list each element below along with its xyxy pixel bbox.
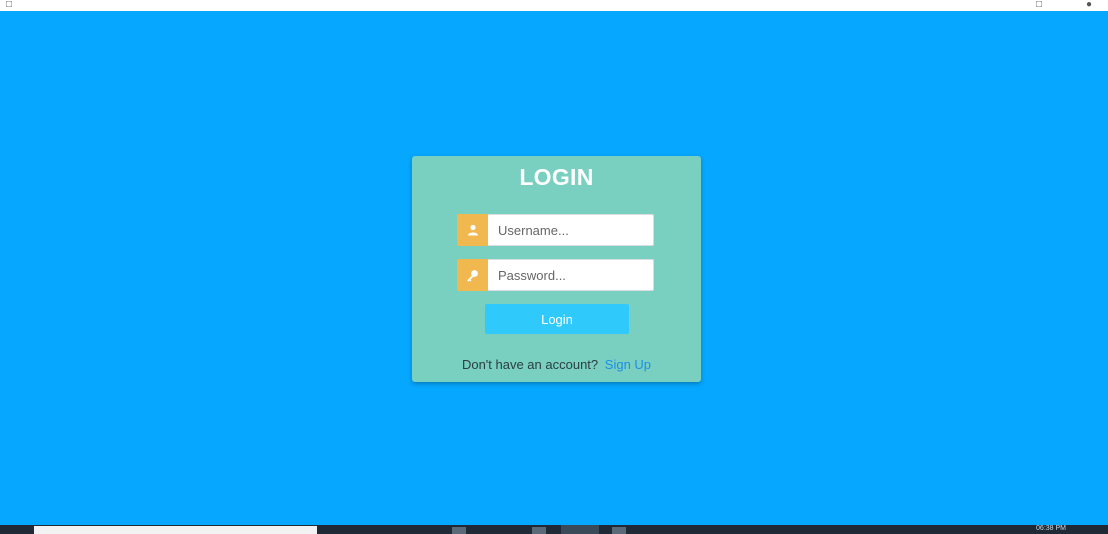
browser-icon[interactable]: □ <box>6 0 12 10</box>
login-button[interactable]: Login <box>485 304 629 334</box>
file-explorer-icon[interactable] <box>612 527 626 534</box>
taskbar: 06:38 PM <box>0 525 1108 534</box>
taskbar-search-box[interactable] <box>34 526 317 534</box>
signup-link[interactable]: Sign Up <box>605 357 651 372</box>
task-view-icon[interactable] <box>452 527 466 534</box>
signup-prompt: Don't have an account? <box>461 357 599 372</box>
login-title: LOGIN <box>519 164 594 190</box>
browser-top-strip: □ □ ● <box>0 0 1108 11</box>
active-app-icon[interactable] <box>561 525 599 534</box>
password-input[interactable] <box>488 259 654 291</box>
login-card: LOGIN Login Don't have an account? Sign … <box>412 156 701 382</box>
edge-icon[interactable] <box>532 527 546 534</box>
username-input[interactable] <box>488 214 654 246</box>
user-icon <box>457 214 488 246</box>
reading-list-icon[interactable]: □ <box>1036 0 1042 10</box>
profile-icon[interactable]: ● <box>1086 0 1092 10</box>
signup-row: Don't have an account? Sign Up <box>412 357 701 372</box>
key-icon <box>457 259 488 291</box>
password-field <box>457 259 655 291</box>
taskbar-clock[interactable]: 06:38 PM <box>1036 525 1066 533</box>
username-field <box>457 214 655 246</box>
